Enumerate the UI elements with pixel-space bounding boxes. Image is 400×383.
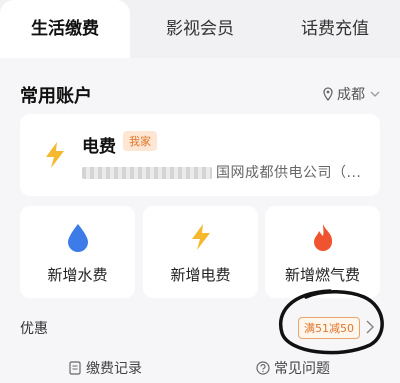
tile-label: 新增水费 <box>47 266 108 284</box>
section-title: 常用账户 <box>20 86 92 107</box>
document-icon <box>69 361 81 375</box>
lightning-icon <box>46 142 64 168</box>
redacted-account-number <box>82 167 212 179</box>
location-selector[interactable]: 成都 <box>322 84 380 104</box>
chevron-down-icon <box>370 91 380 97</box>
life-payment-panel: 常用账户 成都 电费 我家 国网成都供电公司（... 新增水费 新增电费 新增燃… <box>0 58 400 383</box>
location-pin-icon <box>323 87 333 101</box>
footer-links: 缴费记录 常见问题 <box>0 350 400 383</box>
account-name: 电费 <box>82 137 116 157</box>
lightning-icon <box>192 224 210 250</box>
tab-video-membership[interactable]: 影视会员 <box>135 0 265 58</box>
electricity-account-card[interactable]: 电费 我家 国网成都供电公司（... <box>20 114 380 196</box>
account-provider: 国网成都供电公司（... <box>82 162 361 182</box>
add-electricity-bill-button[interactable]: 新增电费 <box>143 206 258 298</box>
flame-icon <box>314 224 333 251</box>
tile-label: 新增燃气费 <box>284 266 360 284</box>
faq-link[interactable]: 常见问题 <box>256 358 330 378</box>
payment-records-link[interactable]: 缴费记录 <box>68 358 142 378</box>
account-tag: 我家 <box>123 131 157 151</box>
discount-title: 优惠 <box>20 321 48 337</box>
top-tab-bar: 生活缴费 影视会员 话费充值 <box>0 0 400 58</box>
tab-phone-recharge[interactable]: 话费充值 <box>270 0 400 58</box>
question-circle-icon <box>256 361 270 375</box>
payment-records-label: 缴费记录 <box>86 361 142 377</box>
tab-life-payment[interactable]: 生活缴费 <box>0 0 130 58</box>
water-drop-icon <box>68 224 88 252</box>
tile-label: 新增电费 <box>170 266 231 284</box>
location-label: 成都 <box>337 87 365 103</box>
faq-label: 常见问题 <box>274 361 330 377</box>
add-water-bill-button[interactable]: 新增水费 <box>20 206 135 298</box>
provider-name: 国网成都供电公司（... <box>216 165 362 181</box>
